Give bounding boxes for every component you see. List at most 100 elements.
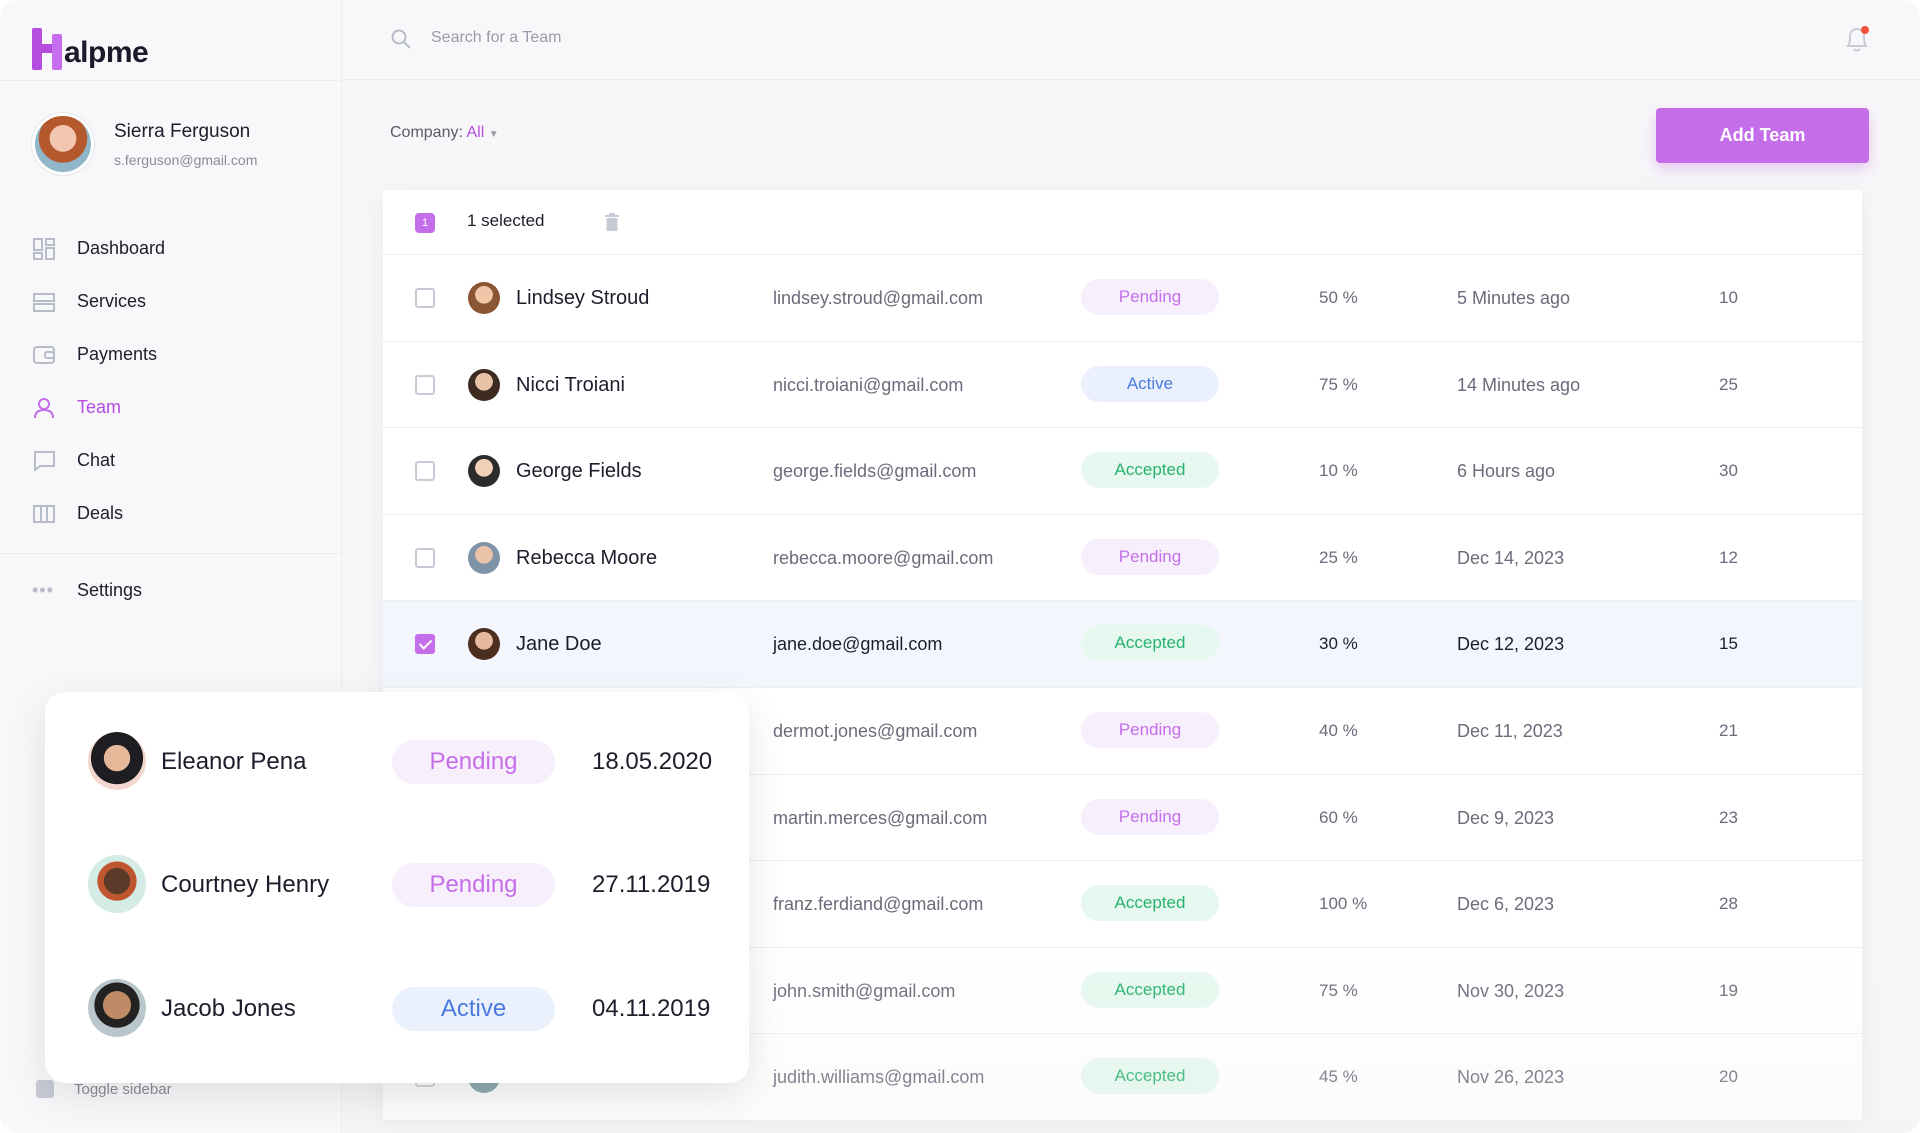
search-input[interactable]	[431, 25, 831, 51]
sidebar-toggle-icon	[36, 1080, 54, 1098]
row-checkbox[interactable]	[415, 461, 435, 482]
sidebar-nav: Dashboard Services Payments Team Chat De…	[32, 222, 165, 540]
member-email: martin.merces@gmail.com	[773, 807, 988, 828]
progress-percent: 75 %	[1319, 980, 1358, 1000]
team-preview-card: Eleanor Pena Pending 18.05.2020 Courtney He…	[45, 692, 749, 1083]
divider	[0, 553, 342, 554]
table-row[interactable]: Nicci Troiani nicci.troiani@gmail.com Acti…	[383, 342, 1862, 429]
task-count: 28	[1719, 894, 1738, 914]
last-activity: Dec 12, 2023	[1457, 634, 1565, 655]
sidebar-item-chat[interactable]: Chat	[32, 434, 165, 487]
table-row[interactable]: George Fields george.fields@gmail.com Acce…	[383, 428, 1862, 515]
member-name: Jacob Jones	[161, 995, 296, 1022]
date: 27.11.2019	[592, 871, 711, 898]
list-item[interactable]: Jacob Jones Active 04.11.2019	[45, 979, 749, 1039]
caret-down-icon: ▼	[488, 129, 499, 140]
status-badge: Accepted	[1081, 971, 1219, 1008]
sidebar-item-label: Payments	[77, 344, 158, 364]
member-email: george.fields@gmail.com	[773, 461, 977, 482]
sidebar-item-dashboard[interactable]: Dashboard	[32, 222, 165, 275]
status-badge: Accepted	[1081, 1058, 1219, 1095]
dashboard-icon	[32, 237, 56, 261]
company-filter[interactable]: Company: All ▼	[390, 124, 499, 142]
status-badge: Accepted	[1081, 452, 1219, 489]
last-activity: Nov 26, 2023	[1457, 1067, 1565, 1088]
member-name: Eleanor Pena	[161, 748, 307, 775]
sidebar-item-team[interactable]: Team	[32, 381, 165, 434]
progress-percent: 10 %	[1319, 461, 1358, 481]
task-count: 12	[1719, 547, 1738, 567]
list-item[interactable]: Courtney Henry Pending 27.11.2019	[45, 855, 749, 915]
progress-percent: 30 %	[1319, 634, 1358, 654]
avatar	[468, 282, 500, 314]
company-filter-label: Company:	[390, 124, 463, 141]
app-window: alpme Sierra Ferguson s.ferguson@gmail.c…	[0, 0, 1920, 1133]
status-badge: Pending	[392, 863, 555, 907]
avatar	[468, 628, 500, 661]
sidebar-item-label: Dashboard	[77, 238, 166, 258]
task-count: 25	[1719, 374, 1738, 394]
progress-percent: 50 %	[1319, 288, 1358, 307]
status-badge: Pending	[1081, 798, 1219, 835]
member-email: lindsey.stroud@gmail.com	[773, 288, 984, 308]
avatar	[32, 113, 94, 175]
table-row[interactable]: Lindsey Stroud lindsey.stroud@gmail.com Pe…	[383, 255, 1862, 342]
member-email: rebecca.moore@gmail.com	[773, 547, 994, 568]
member-name: Courtney Henry	[161, 871, 330, 898]
divider	[0, 80, 342, 81]
date: 04.11.2019	[592, 995, 711, 1022]
chat-icon	[32, 449, 56, 473]
logo-mark-icon	[32, 28, 62, 70]
sidebar-item-label: Chat	[77, 450, 116, 470]
row-checkbox[interactable]	[415, 288, 435, 308]
table-row[interactable]: Jane Doe jane.doe@gmail.com Accepted 30 % De…	[383, 601, 1862, 688]
last-activity: 5 Minutes ago	[1457, 288, 1571, 308]
table-row[interactable]: Rebecca Moore rebecca.moore@gmail.com Pend…	[383, 515, 1862, 602]
trash-icon[interactable]	[605, 213, 619, 231]
sidebar-item-deals[interactable]: Deals	[32, 487, 165, 540]
status-badge: Accepted	[1081, 625, 1219, 662]
status-badge: Active	[392, 987, 555, 1031]
logo[interactable]: alpme	[32, 12, 149, 70]
member-email: john.smith@gmail.com	[773, 980, 956, 1001]
table-header: 1 1 selected	[383, 190, 1862, 255]
progress-percent: 25 %	[1319, 547, 1358, 567]
status-badge: Accepted	[1081, 885, 1219, 922]
sidebar-item-label: Settings	[77, 580, 143, 600]
topbar	[343, 0, 1920, 80]
avatar	[88, 732, 146, 790]
member-email: jane.doe@gmail.com	[773, 634, 943, 655]
task-count: 19	[1719, 980, 1738, 1000]
row-checkbox[interactable]	[415, 634, 435, 655]
date: 18.05.2020	[592, 748, 713, 775]
sidebar-item-label: Deals	[77, 503, 124, 523]
last-activity: Dec 11, 2023	[1457, 720, 1563, 741]
row-checkbox[interactable]	[415, 547, 435, 568]
sidebar-item-services[interactable]: Services	[32, 275, 165, 328]
task-count: 15	[1719, 634, 1738, 654]
sidebar-item-payments[interactable]: Payments	[32, 328, 165, 381]
company-filter-value: All	[466, 124, 485, 141]
member-name: George Fields	[516, 460, 642, 483]
avatar	[88, 855, 146, 913]
member-name: Rebecca Moore	[516, 546, 658, 569]
more-dots-icon: •••	[32, 580, 54, 600]
progress-percent: 40 %	[1319, 720, 1358, 740]
status-badge: Pending	[392, 740, 555, 784]
sidebar-item-settings[interactable]: ••• Settings	[32, 580, 142, 601]
progress-percent: 60 %	[1319, 807, 1358, 827]
task-count: 23	[1719, 807, 1738, 827]
member-email: judith.williams@gmail.com	[773, 1067, 985, 1088]
person-icon	[32, 396, 56, 420]
row-checkbox[interactable]	[415, 374, 435, 395]
avatar	[468, 368, 500, 401]
select-all-checkbox[interactable]: 1	[415, 213, 435, 233]
add-team-button[interactable]: Add Team	[1656, 108, 1869, 163]
progress-percent: 75 %	[1319, 374, 1358, 394]
list-item[interactable]: Eleanor Pena Pending 18.05.2020	[45, 732, 749, 792]
status-badge: Pending	[1081, 538, 1219, 575]
user-profile[interactable]: Sierra Ferguson s.ferguson@gmail.com	[32, 113, 257, 175]
selection-count: 1 selected	[467, 211, 545, 230]
task-count: 20	[1719, 1067, 1738, 1087]
notification-bell-icon[interactable]	[1843, 24, 1871, 54]
